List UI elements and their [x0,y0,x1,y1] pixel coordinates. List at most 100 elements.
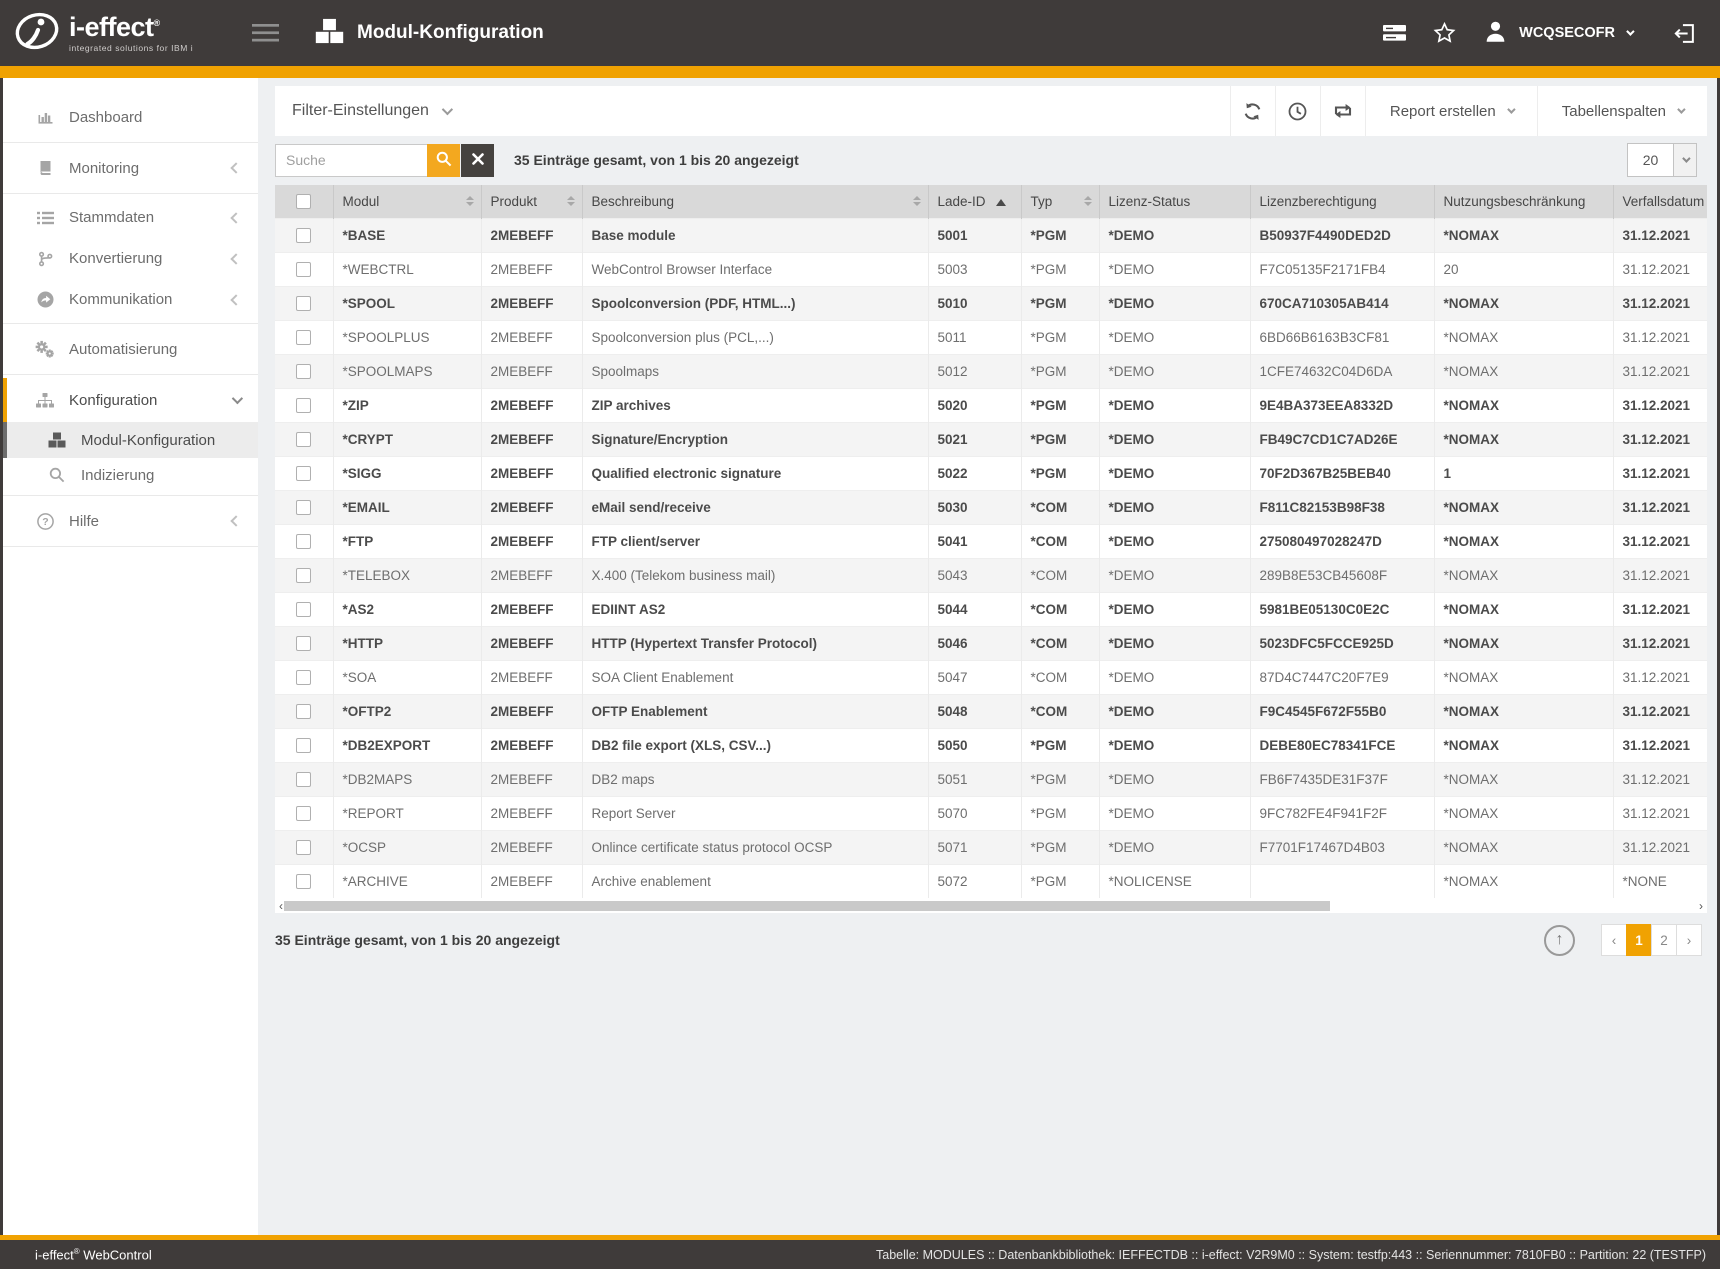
chevron-left-icon [230,515,241,526]
table-row[interactable]: *DB2MAPS2MEBEFFDB2 maps5051*PGM*DEMOFB6F… [275,762,1707,796]
pagination-page-1[interactable]: 1 [1626,924,1652,956]
table-row[interactable]: *ZIP2MEBEFFZIP archives5020*PGM*DEMO9E4B… [275,388,1707,422]
cell-verfallsdatum: 31.12.2021 [1613,728,1707,762]
cell-nutzungsbeschraenkung: *NOMAX [1434,660,1613,694]
table-row[interactable]: *SIGG2MEBEFFQualified electronic signatu… [275,456,1707,490]
sidebar-item-kommunikation[interactable]: Kommunikation [3,279,258,320]
report-create-dropdown[interactable]: Report erstellen [1365,86,1537,136]
sidebar-item-hilfe[interactable]: ?Hilfe [3,499,258,543]
cell-typ: *PGM [1021,354,1099,388]
table-row[interactable]: *TELEBOX2MEBEFFX.400 (Telekom business m… [275,558,1707,592]
row-checkbox[interactable] [296,398,311,413]
scroll-to-top-button[interactable]: ↑ [1544,925,1575,956]
brand[interactable]: i-effect® integrated solutions for IBM i [14,9,222,58]
cell-verfallsdatum: *NONE [1613,864,1707,898]
row-checkbox[interactable] [296,704,311,719]
row-checkbox[interactable] [296,534,311,549]
table-row[interactable]: *SPOOLPLUS2MEBEFFSpoolconversion plus (P… [275,320,1707,354]
row-checkbox[interactable] [296,262,311,277]
table-columns-dropdown[interactable]: Tabellenspalten [1537,86,1707,136]
col-header-label: Produkt [491,194,538,209]
col-header-lade-id[interactable]: Lade-ID [928,185,1021,218]
cell-produkt: 2MEBEFF [481,524,582,558]
table-row[interactable]: *ARCHIVE2MEBEFFArchive enablement5072*PG… [275,864,1707,898]
table-row[interactable]: *CRYPT2MEBEFFSignature/Encryption5021*PG… [275,422,1707,456]
row-checkbox[interactable] [296,738,311,753]
row-checkbox[interactable] [296,500,311,515]
logout-icon[interactable] [1673,23,1696,44]
col-header-produkt[interactable]: Produkt [481,185,582,218]
row-checkbox[interactable] [296,228,311,243]
user-menu[interactable]: WCQSECOFR [1483,19,1632,48]
repeat-button[interactable] [1320,86,1365,136]
clear-search-button[interactable] [461,144,494,177]
page-size-select[interactable]: 20 [1627,143,1697,177]
scrollbar-thumb[interactable] [284,901,1330,911]
table-row[interactable]: *AS22MEBEFFEDIINT AS25044*COM*DEMO5981BE… [275,592,1707,626]
table-row[interactable]: *WEBCTRL2MEBEFFWebControl Browser Interf… [275,252,1707,286]
cell-modul: *SPOOLPLUS [333,320,481,354]
cell-checkbox [275,660,333,694]
filter-settings-toggle[interactable]: Filter-Einstellungen [275,102,1230,120]
select-all-checkbox[interactable] [296,194,311,209]
horizontal-scrollbar[interactable]: ‹ › [275,898,1707,913]
table-row[interactable]: *SOA2MEBEFFSOA Client Enablement5047*COM… [275,660,1707,694]
cell-verfallsdatum: 31.12.2021 [1613,558,1707,592]
table-row[interactable]: *BASE2MEBEFFBase module5001*PGM*DEMOB509… [275,218,1707,252]
cell-modul: *SPOOLMAPS [333,354,481,388]
sidebar-item-stammdaten[interactable]: Stammdaten [3,197,258,238]
row-checkbox[interactable] [296,772,311,787]
sidebar-item-automatisierung[interactable]: Automatisierung [3,327,258,371]
cell-produkt: 2MEBEFF [481,830,582,864]
table-row[interactable]: *REPORT2MEBEFFReport Server5070*PGM*DEMO… [275,796,1707,830]
pagination-prev[interactable]: ‹ [1601,924,1627,956]
table-row[interactable]: *DB2EXPORT2MEBEFFDB2 file export (XLS, C… [275,728,1707,762]
entries-summary-bottom: 35 Einträge gesamt, von 1 bis 20 angezei… [275,932,560,948]
cell-verfallsdatum: 31.12.2021 [1613,490,1707,524]
table-row[interactable]: *OCSP2MEBEFFOnlince certificate status p… [275,830,1707,864]
sidebar-item-monitoring[interactable]: Monitoring [3,146,258,190]
row-checkbox[interactable] [296,466,311,481]
history-clock-button[interactable] [1275,86,1320,136]
row-checkbox[interactable] [296,296,311,311]
row-checkbox[interactable] [296,670,311,685]
cell-lizenz-status: *DEMO [1099,388,1250,422]
cell-lade-id: 5070 [928,796,1021,830]
favorites-star-icon[interactable] [1433,22,1456,44]
scroll-right-icon[interactable]: › [1699,900,1703,912]
cell-typ: *PGM [1021,388,1099,422]
sidebar-item-indizierung[interactable]: Indizierung [3,458,258,492]
arrow-up-icon: ↑ [1556,931,1564,949]
row-checkbox[interactable] [296,806,311,821]
table-row[interactable]: *OFTP22MEBEFFOFTP Enablement5048*COM*DEM… [275,694,1707,728]
table-row[interactable]: *SPOOLMAPS2MEBEFFSpoolmaps5012*PGM*DEMO1… [275,354,1707,388]
pagination-next[interactable]: › [1676,924,1702,956]
system-icon[interactable] [1383,24,1406,42]
table-row[interactable]: *HTTP2MEBEFFHTTP (Hypertext Transfer Pro… [275,626,1707,660]
sidebar-item-modul-konfiguration[interactable]: Modul-Konfiguration [3,422,258,458]
hamburger-menu-icon[interactable] [252,24,279,42]
pagination-page-2[interactable]: 2 [1651,924,1677,956]
table-row[interactable]: *SPOOL2MEBEFFSpoolconversion (PDF, HTML.… [275,286,1707,320]
refresh-button[interactable] [1230,86,1275,136]
search-input[interactable] [275,144,427,177]
row-checkbox[interactable] [296,568,311,583]
entries-summary-top: 35 Einträge gesamt, von 1 bis 20 angezei… [514,152,799,168]
sidebar-item-dashboard[interactable]: Dashboard [3,95,258,139]
table-row[interactable]: *FTP2MEBEFFFTP client/server5041*COM*DEM… [275,524,1707,558]
sidebar-item-konvertierung[interactable]: Konvertierung [3,238,258,279]
col-header-typ[interactable]: Typ [1021,185,1099,218]
row-checkbox[interactable] [296,432,311,447]
col-header-beschreibung[interactable]: Beschreibung [582,185,928,218]
row-checkbox[interactable] [296,840,311,855]
sidebar-item-konfiguration[interactable]: Konfiguration [3,378,258,422]
table-row[interactable]: *EMAIL2MEBEFFeMail send/receive5030*COM*… [275,490,1707,524]
search-button[interactable] [427,144,460,177]
col-header-modul[interactable]: Modul [333,185,481,218]
row-checkbox[interactable] [296,874,311,889]
row-checkbox[interactable] [296,636,311,651]
row-checkbox[interactable] [296,330,311,345]
scroll-left-icon[interactable]: ‹ [279,900,283,912]
row-checkbox[interactable] [296,364,311,379]
row-checkbox[interactable] [296,602,311,617]
